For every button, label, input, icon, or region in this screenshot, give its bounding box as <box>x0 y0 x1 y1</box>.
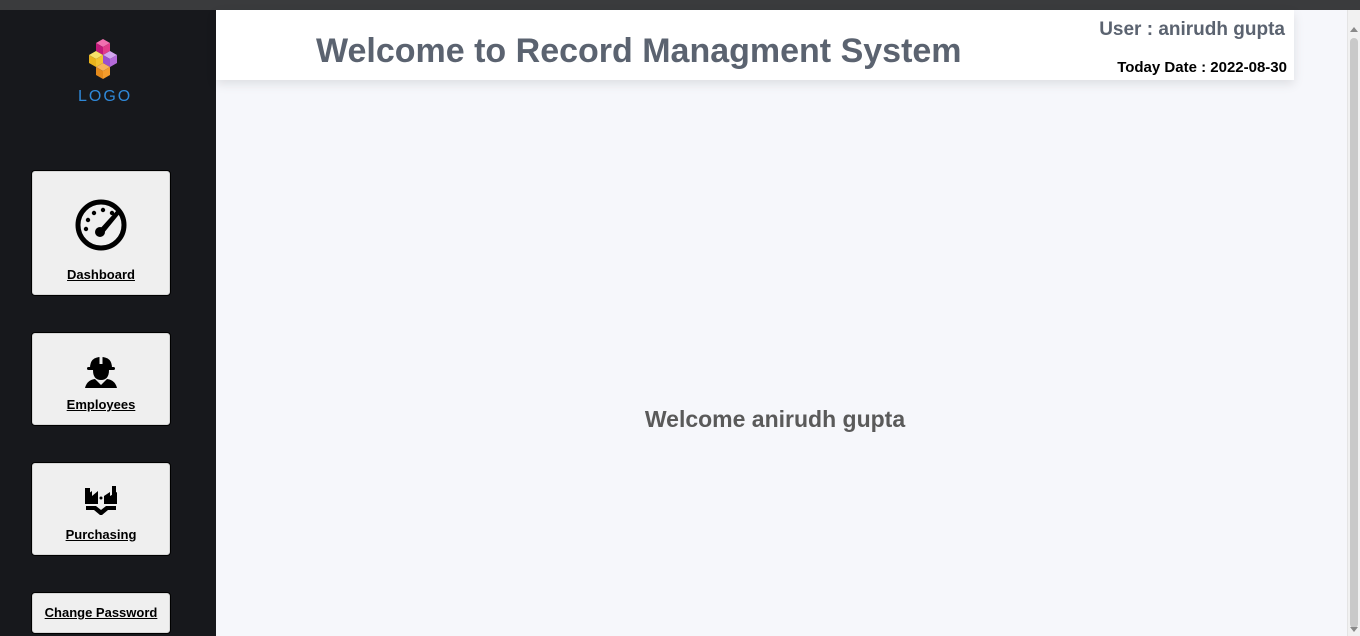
nav-employees-label: Employees <box>66 397 136 412</box>
change-password-button[interactable]: Change Password <box>31 592 171 634</box>
nav-dashboard-label: Dashboard <box>67 267 135 282</box>
current-user-label: User : anirudh gupta <box>1099 19 1285 40</box>
scroll-up-arrow-icon[interactable] <box>1350 27 1358 32</box>
scroll-down-arrow-icon[interactable] <box>1350 627 1358 632</box>
factory-handshake-icon <box>85 486 117 515</box>
logo-text: LOGO <box>78 88 133 105</box>
nav-purchasing-button[interactable]: Purchasing <box>31 462 171 556</box>
speedometer-icon <box>75 199 127 251</box>
today-date-label: Today Date : 2022-08-30 <box>1117 59 1287 76</box>
page-header: Welcome to Record Managment System User … <box>216 10 1294 80</box>
sidebar: LOGO Dashboard Employees Purchasing Chan… <box>0 10 216 636</box>
nav-purchasing-label: Purchasing <box>65 527 137 542</box>
welcome-message: Welcome anirudh gupta <box>644 406 906 432</box>
worker-icon <box>85 356 117 388</box>
logo[interactable]: LOGO <box>78 37 130 107</box>
scrollbar-thumb[interactable] <box>1350 38 1358 628</box>
change-password-label: Change Password <box>44 605 158 620</box>
browser-top-strip <box>0 0 1360 10</box>
page-title: Welcome to Record Managment System <box>316 32 962 70</box>
nav-dashboard-button[interactable]: Dashboard <box>31 170 171 296</box>
vertical-scrollbar[interactable] <box>1347 10 1360 636</box>
nav-employees-button[interactable]: Employees <box>31 332 171 426</box>
cube-logo-icon <box>89 39 117 79</box>
